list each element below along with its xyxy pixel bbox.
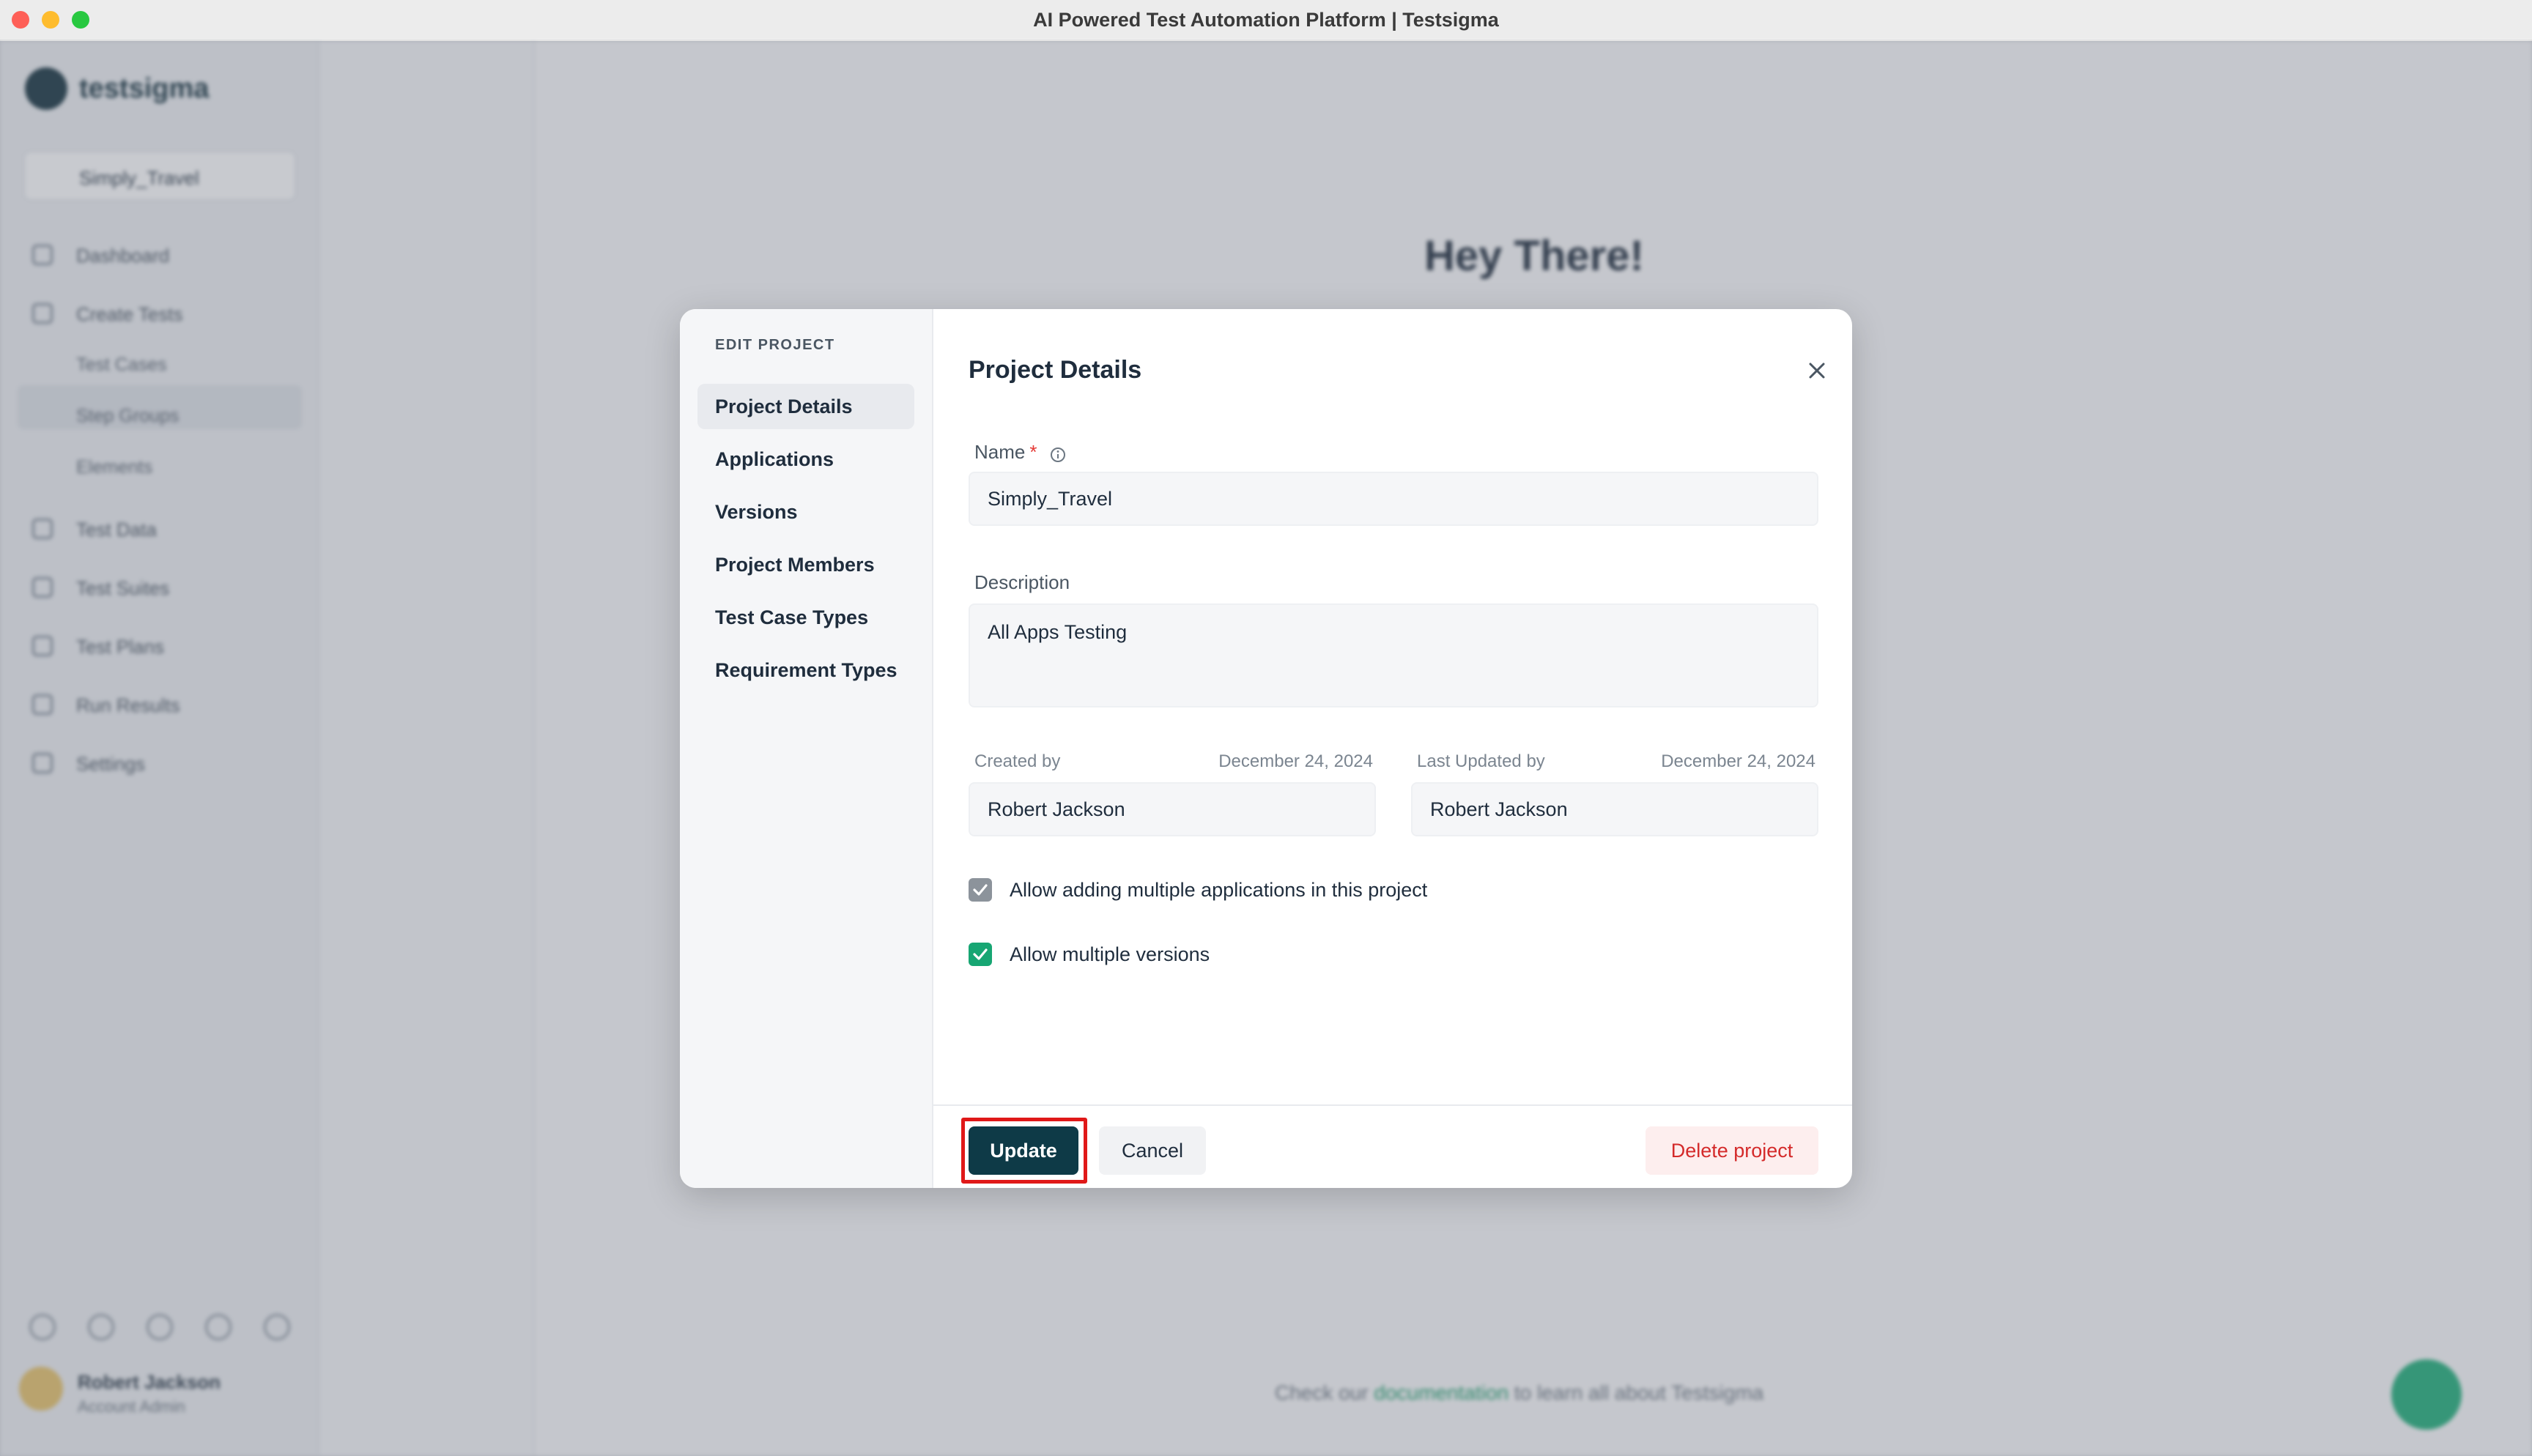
updated-date: December 24, 2024 xyxy=(1661,751,1815,771)
modal-sidebar-heading: EDIT PROJECT xyxy=(715,337,835,353)
update-button[interactable]: Update xyxy=(969,1126,1078,1175)
modal-tab-project-members[interactable]: Project Members xyxy=(697,542,914,587)
allow-multiple-versions-checkbox[interactable]: Allow multiple versions xyxy=(969,939,1262,968)
description-field-label: Description xyxy=(974,571,1070,593)
window-title: AI Powered Test Automation Platform | Te… xyxy=(1033,9,1499,31)
window-titlebar: AI Powered Test Automation Platform | Te… xyxy=(0,0,2532,41)
modal-tab-project-details[interactable]: Project Details xyxy=(697,384,914,429)
project-description-input[interactable]: All Apps Testing xyxy=(969,603,1818,707)
modal-footer: Update Cancel Delete project xyxy=(933,1104,1852,1188)
close-icon[interactable] xyxy=(1802,356,1832,385)
cancel-button[interactable]: Cancel xyxy=(1099,1126,1206,1175)
checkbox-checked[interactable] xyxy=(969,943,992,966)
modal-tab-test-case-types[interactable]: Test Case Types xyxy=(697,595,914,640)
checkbox-label: Allow multiple versions xyxy=(1010,943,1210,965)
delete-project-button[interactable]: Delete project xyxy=(1646,1126,1818,1175)
modal-tab-versions[interactable]: Versions xyxy=(697,489,914,535)
info-icon[interactable] xyxy=(1050,445,1066,463)
checkbox-checked[interactable] xyxy=(969,878,992,902)
project-name-input[interactable]: Simply_Travel xyxy=(969,472,1818,526)
edit-project-modal: EDIT PROJECT Project Details Application… xyxy=(680,309,1852,1188)
modal-main: Project Details Name * Simply_Travel Desc… xyxy=(933,309,1852,1188)
checkbox-label: Allow adding multiple applications in th… xyxy=(1010,879,1428,901)
name-field-label: Name * xyxy=(974,441,1066,464)
modal-sidebar: EDIT PROJECT Project Details Application… xyxy=(680,309,933,1188)
created-by-field: Robert Jackson xyxy=(969,782,1376,836)
modal-tab-requirement-types[interactable]: Requirement Types xyxy=(697,647,914,693)
modal-title: Project Details xyxy=(969,356,1142,384)
modal-tab-applications[interactable]: Applications xyxy=(697,437,914,482)
last-updated-by-field: Robert Jackson xyxy=(1411,782,1818,836)
last-updated-by-label: Last Updated by xyxy=(1417,751,1545,771)
created-by-label: Created by xyxy=(974,751,1061,771)
allow-multiple-applications-checkbox[interactable]: Allow adding multiple applications in th… xyxy=(969,874,1481,904)
created-date: December 24, 2024 xyxy=(1218,751,1373,771)
required-marker: * xyxy=(1029,441,1037,463)
